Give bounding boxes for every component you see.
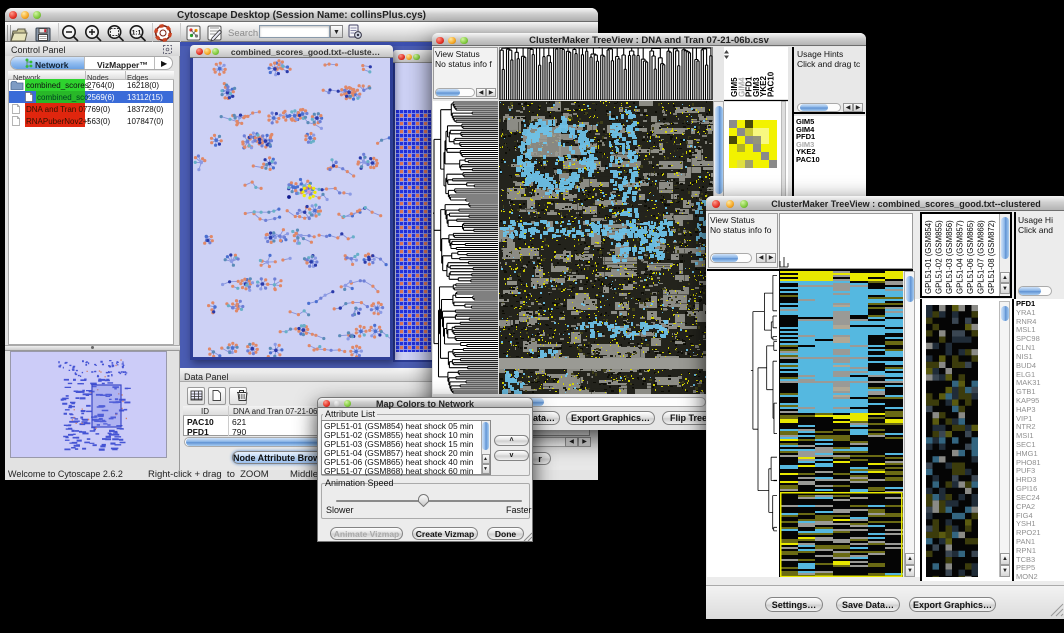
svg-text:GPL51-08 (GSM872): GPL51-08 (GSM872) xyxy=(987,220,996,294)
svg-text:GPL51-07 (GSM868): GPL51-07 (GSM868) xyxy=(977,220,986,294)
svg-text:1:1: 1:1 xyxy=(132,30,142,37)
svg-text:GPL51-04 (GSM857): GPL51-04 (GSM857) xyxy=(956,220,965,294)
svg-text:PAC10: PAC10 xyxy=(767,71,776,97)
svg-text:GPL51-01 (GSM854): GPL51-01 (GSM854) xyxy=(924,220,933,294)
svg-text:GPL51-02 (GSM855): GPL51-02 (GSM855) xyxy=(935,220,944,294)
svg-text:GPL51-03 (GSM856): GPL51-03 (GSM856) xyxy=(945,220,954,294)
svg-text:GPL51-06 (GSM865): GPL51-06 (GSM865) xyxy=(966,220,975,294)
